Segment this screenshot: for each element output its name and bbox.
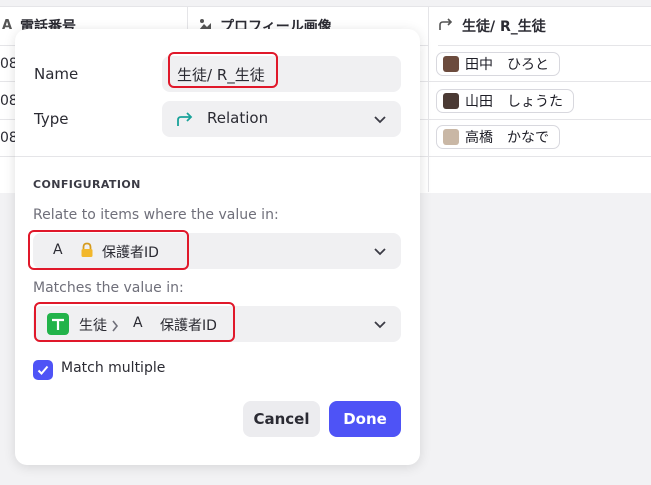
- avatar: [443, 56, 459, 72]
- student-chip[interactable]: 山田 しょうた: [436, 89, 574, 113]
- done-button[interactable]: Done: [329, 401, 401, 437]
- type-select[interactable]: Relation: [162, 101, 401, 137]
- check-icon: [37, 365, 49, 375]
- match-multiple-checkbox[interactable]: [33, 360, 53, 380]
- matches-label: Matches the value in:: [33, 280, 184, 296]
- column-header-label: 生徒/ R_生徒: [462, 18, 546, 35]
- avatar: [443, 93, 459, 109]
- student-name: 高橋 かなで: [465, 130, 549, 146]
- highlight-box: [34, 302, 235, 342]
- relation-type-icon: [176, 111, 194, 131]
- highlight-box: [168, 52, 278, 88]
- text-field-icon: A: [2, 18, 13, 33]
- student-name: 田中 ひろと: [465, 57, 549, 73]
- chevron-down-icon: [374, 248, 386, 256]
- type-label: Type: [34, 110, 69, 128]
- match-multiple-label[interactable]: Match multiple: [61, 360, 165, 376]
- student-name: 山田 しょうた: [465, 94, 563, 110]
- type-value: Relation: [207, 109, 269, 127]
- chevron-down-icon: [374, 321, 386, 329]
- student-chip[interactable]: 高橋 かなで: [436, 125, 560, 149]
- avatar: [443, 129, 459, 145]
- configuration-heading: CONFIGURATION: [33, 178, 141, 191]
- highlight-box: [28, 230, 189, 270]
- chevron-down-icon: [374, 116, 386, 124]
- name-label: Name: [34, 65, 79, 83]
- divider: [15, 156, 420, 157]
- relate-label: Relate to items where the value in:: [33, 207, 279, 223]
- student-chip[interactable]: 田中 ひろと: [436, 52, 560, 76]
- relation-icon: [438, 17, 454, 35]
- cancel-button[interactable]: Cancel: [243, 401, 320, 437]
- column-header-relation[interactable]: 生徒/ R_生徒: [438, 6, 651, 46]
- column-divider: [428, 6, 429, 192]
